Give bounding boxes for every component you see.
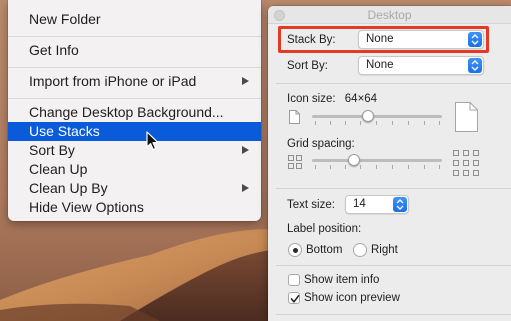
menu-separator — [8, 67, 261, 68]
menu-item-new-folder[interactable]: New Folder — [8, 10, 261, 29]
icon-size-slider[interactable] — [312, 115, 442, 118]
view-options-panel: Desktop Stack By: None Sort By: None Ico… — [268, 6, 511, 321]
text-size-label: Text size: — [287, 199, 335, 211]
desktop-context-menu: New Folder Get Info Import from iPhone o… — [8, 0, 261, 221]
slider-tick — [360, 121, 361, 125]
slider-tick — [315, 121, 316, 125]
submenu-arrow-icon — [242, 146, 249, 154]
slider-tick — [439, 121, 440, 125]
menu-item-get-info[interactable]: Get Info — [8, 41, 261, 60]
icon-size-value: 64×64 — [344, 93, 378, 105]
grid-spacing-slider[interactable] — [312, 159, 442, 162]
icon-size-slider-knob[interactable] — [362, 110, 374, 122]
slider-tick — [408, 121, 409, 125]
submenu-arrow-icon — [242, 77, 249, 85]
text-size-popup[interactable]: 14 — [345, 195, 409, 214]
popup-stepper-icon — [393, 197, 407, 212]
menu-item-sort-by[interactable]: Sort By — [8, 141, 261, 160]
grid-spacing-slider-knob[interactable] — [348, 154, 360, 166]
slider-tick — [424, 165, 425, 169]
checkmark-icon — [290, 295, 300, 303]
slider-tick — [360, 165, 361, 169]
menu-item-label: Change Desktop Background... — [29, 104, 224, 120]
slider-tick — [424, 121, 425, 125]
grid-spacing-label: Grid spacing: — [287, 138, 355, 150]
popup-stepper-icon — [468, 32, 482, 47]
stack-by-popup[interactable]: None — [358, 30, 484, 49]
menu-separator — [8, 98, 261, 99]
grid-tight-icon — [288, 155, 302, 169]
slider-tick — [376, 121, 377, 125]
menu-item-label: Sort By — [29, 142, 75, 158]
grid-wide-icon — [453, 150, 479, 176]
show-icon-preview-label: Show icon preview — [304, 292, 400, 304]
slider-tick — [345, 121, 346, 125]
menu-item-label: New Folder — [29, 11, 101, 27]
show-icon-preview-checkbox[interactable] — [288, 292, 300, 304]
panel-titlebar: Desktop — [268, 6, 511, 24]
section-divider — [276, 83, 511, 84]
section-divider — [276, 188, 511, 189]
menu-separator — [8, 36, 261, 37]
slider-tick — [392, 121, 393, 125]
mouse-pointer-icon — [146, 131, 159, 151]
menu-item-clean-up[interactable]: Clean Up — [8, 160, 261, 179]
panel-title: Desktop — [367, 8, 412, 22]
menu-item-change-desktop-background[interactable]: Change Desktop Background... — [8, 103, 261, 122]
submenu-arrow-icon — [242, 184, 249, 192]
slider-tick — [330, 165, 331, 169]
menu-item-clean-up-by[interactable]: Clean Up By — [8, 179, 261, 198]
menu-item-use-stacks[interactable]: Use Stacks — [8, 122, 261, 141]
small-icon-icon — [289, 110, 300, 124]
sort-by-popup[interactable]: None — [358, 56, 484, 75]
icon-size-label: Icon size: 64×64 — [287, 93, 378, 105]
stack-by-label: Stack By: — [287, 34, 336, 46]
slider-tick — [345, 165, 346, 169]
radio-bottom[interactable] — [288, 243, 302, 257]
slider-tick — [315, 165, 316, 169]
slider-tick — [439, 165, 440, 169]
sort-by-value: None — [366, 59, 394, 71]
section-divider — [276, 265, 511, 266]
slider-tick — [376, 165, 377, 169]
menu-item-label: Clean Up — [29, 161, 88, 177]
section-divider — [276, 314, 511, 315]
slider-tick — [392, 165, 393, 169]
large-icon-icon — [455, 102, 478, 132]
menu-item-label: Clean Up By — [29, 180, 108, 196]
radio-right-label: Right — [371, 244, 398, 256]
menu-item-label: Get Info — [29, 42, 79, 58]
menu-item-hide-view-options[interactable]: Hide View Options — [8, 198, 261, 217]
slider-tick — [330, 121, 331, 125]
radio-bottom-label: Bottom — [306, 244, 343, 256]
menu-item-label: Import from iPhone or iPad — [29, 73, 197, 89]
sort-by-label: Sort By: — [287, 60, 328, 72]
menu-item-import-from-iphone[interactable]: Import from iPhone or iPad — [8, 72, 261, 91]
menu-item-label: Use Stacks — [29, 123, 100, 139]
menu-item-label: Hide View Options — [29, 199, 144, 215]
stack-by-value: None — [366, 33, 394, 45]
radio-selected-dot — [292, 247, 298, 253]
text-size-value: 14 — [353, 198, 366, 210]
slider-tick — [408, 165, 409, 169]
show-item-info-checkbox[interactable] — [288, 274, 300, 286]
show-item-info-label: Show item info — [304, 274, 380, 286]
radio-right[interactable] — [353, 243, 367, 257]
popup-stepper-icon — [468, 58, 482, 73]
label-position-label: Label position: — [287, 223, 362, 235]
